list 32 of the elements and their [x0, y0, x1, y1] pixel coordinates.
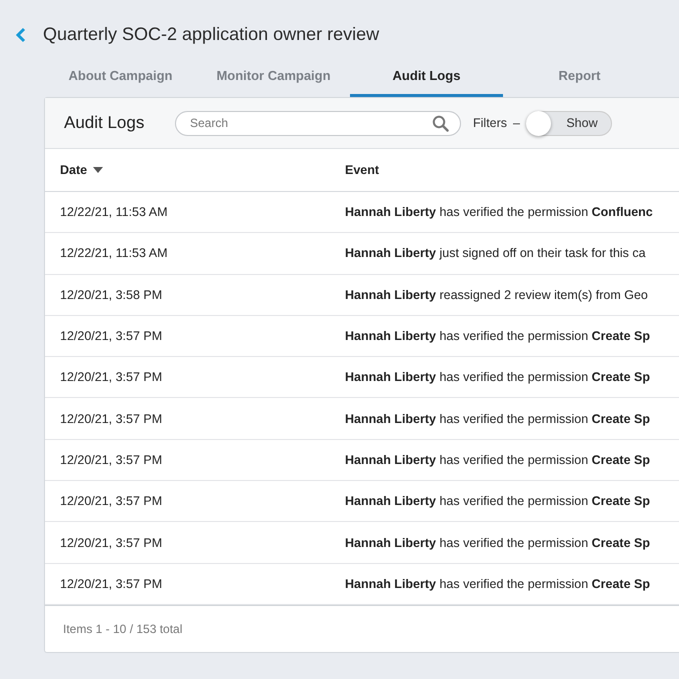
date-cell-text: 12/20/21, 3:57 PM	[59, 494, 164, 508]
sort-caret-icon	[93, 167, 104, 173]
event-cell-text: Hannah Liberty has verified the permission Create Sp	[345, 370, 651, 384]
pagination-summary: Items 1 - 10 / 153 total	[63, 622, 182, 636]
page-title: Quarterly SOC-2 application owner review	[43, 24, 380, 45]
date-cell-text: 12/20/21, 3:57 PM	[59, 370, 164, 384]
event-cell-text: Hannah Liberty has verified the permission Create Sp	[345, 494, 651, 508]
date-cell-text: 12/20/21, 3:57 PM	[59, 412, 164, 426]
panel-title: Audit Logs	[64, 113, 146, 133]
back-icon[interactable]	[16, 26, 26, 42]
date-cell-text: 12/20/21, 3:57 PM	[59, 536, 164, 550]
filters-toggle[interactable]: Show	[526, 110, 612, 136]
column-header[interactable]: Event	[345, 163, 679, 177]
date-cell-text: 12/22/21, 11:53 AM	[59, 246, 168, 260]
event-cell-text: Hannah Liberty has verified the permission Create Sp	[345, 576, 651, 591]
event-cell-text: Hannah Liberty just signed off on their task for this ca	[345, 246, 647, 260]
event-cell-text: Hannah Liberty has verified the permission Create Sp	[345, 452, 651, 467]
event-cell-text: Hannah Liberty reassigned 2 review item(s) from Geo	[345, 288, 649, 302]
search-field[interactable]: Search	[175, 110, 461, 136]
date-cell-text: 12/20/21, 3:57 PM	[59, 452, 164, 467]
search-icon	[432, 114, 449, 132]
column-header[interactable]: Date	[45, 163, 345, 177]
separator-dash: –	[513, 116, 520, 130]
filters-label: Filters	[473, 116, 508, 130]
date-cell-text: 12/22/21, 11:53 AM	[59, 205, 168, 220]
event-cell-text: Hannah Liberty has verified the permission Confluenc	[345, 205, 654, 220]
date-cell-text: 12/20/21, 3:58 PM	[59, 288, 164, 302]
event-cell-text: Hannah Liberty has verified the permission Create Sp	[345, 536, 651, 550]
event-cell-text: Hannah Liberty has verified the permission Create Sp	[345, 329, 651, 344]
date-cell-text: 12/20/21, 3:57 PM	[59, 329, 164, 344]
date-cell-text: 12/20/21, 3:57 PM	[59, 576, 164, 591]
event-cell-text: Hannah Liberty has verified the permission Create Sp	[345, 412, 651, 426]
